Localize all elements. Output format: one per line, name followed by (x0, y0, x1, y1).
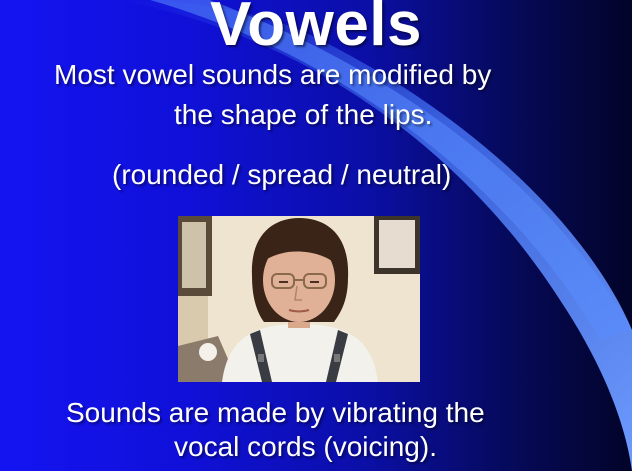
body-line-2: the shape of the lips. (174, 99, 433, 130)
body-line-3: (rounded / spread / neutral) (112, 159, 452, 190)
video-still (178, 216, 420, 382)
body-line-1: Most vowel sounds are modified by (54, 59, 492, 90)
body-line-4: Sounds are made by vibrating the (66, 397, 485, 428)
body-line-5: vocal cords (voicing). (174, 431, 437, 462)
slide: Vowels Most vowel sounds are modified by… (0, 0, 632, 471)
slide-title: Vowels (209, 0, 423, 59)
